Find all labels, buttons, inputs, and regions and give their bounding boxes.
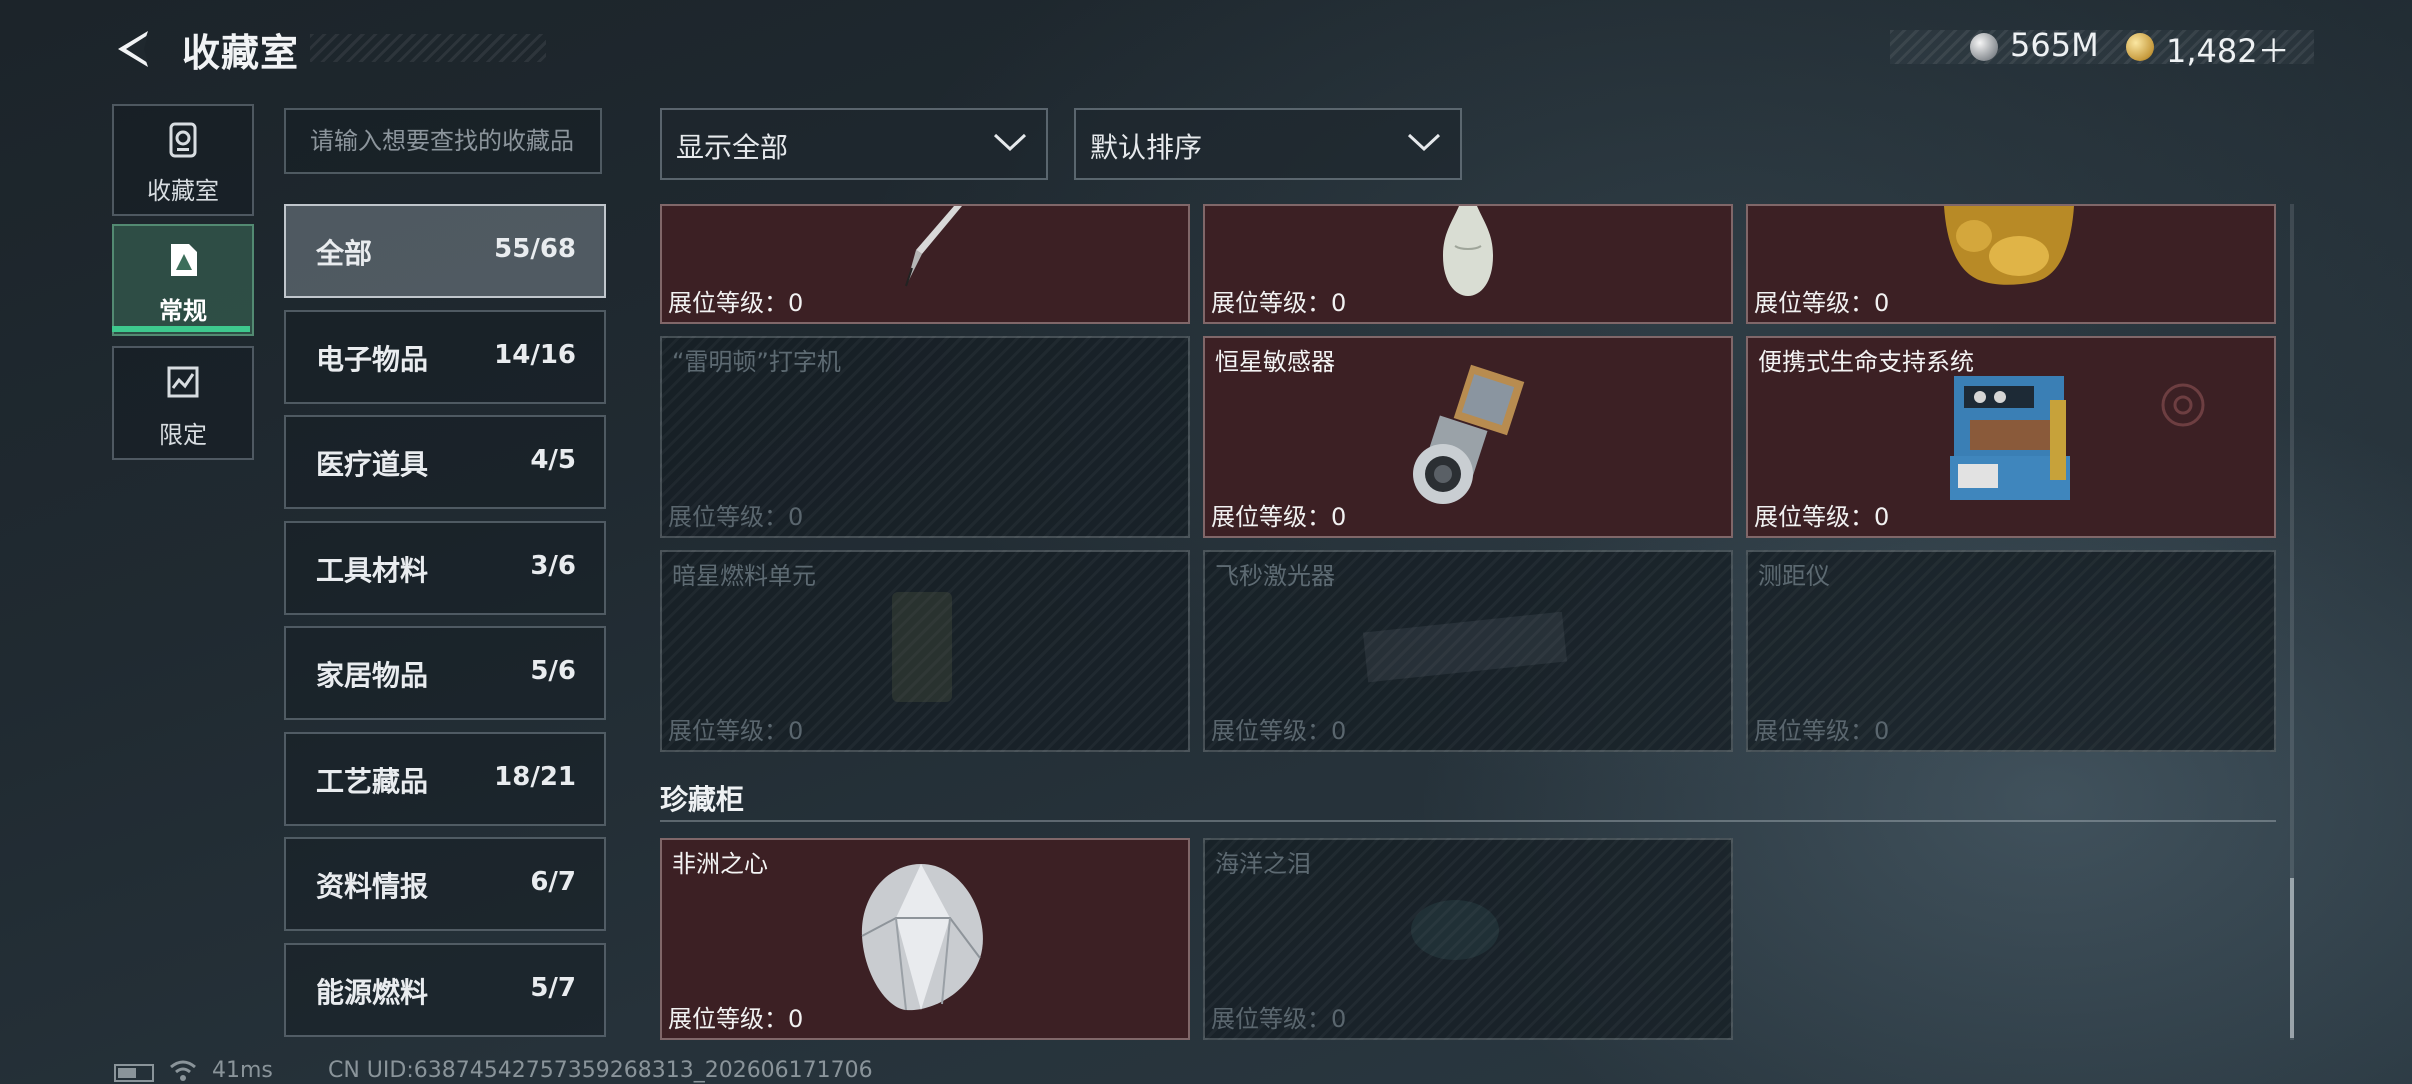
show-filter-dropdown[interactable]: 显示全部 [660,108,1048,180]
gold-currency-value[interactable]: 1,482＋ [2166,26,2290,72]
category-name: 家居物品 [316,659,429,692]
category-name: 能源燃料 [316,976,429,1009]
laser-silhouette-icon [1362,612,1568,683]
display-level: 展位等级：0 [668,503,804,531]
sort-dropdown[interactable]: 默认排序 [1074,108,1462,180]
display-level: 展位等级：0 [1754,503,1890,531]
category-count: 4/5 [530,445,576,475]
collectible-card[interactable]: 展位等级：0 [1746,204,2276,324]
display-level: 展位等级：0 [1211,717,1347,745]
collectible-card[interactable]: 暗星燃料单元 展位等级：0 [660,550,1190,752]
life-support-icon [1950,376,2070,500]
gold-statue-icon [1944,206,2074,285]
display-level: 展位等级：0 [668,289,804,317]
page-title: 收藏室 [182,31,300,75]
target-decoration-icon [2161,383,2205,427]
fuel-cell-silhouette-icon [892,592,952,702]
ping-readout: 41ms [212,1058,273,1083]
category-name: 医疗道具 [316,448,429,481]
rail-item-regular[interactable]: 常规 [112,224,254,336]
category-name: 工艺藏品 [316,765,429,798]
show-filter-value: 显示全部 [676,131,789,164]
rail-item-limited[interactable]: 限定 [112,346,254,460]
vase-icon [1443,206,1493,296]
battery-level-fill [118,1068,136,1078]
chevron-down-icon [993,133,1027,152]
search-box[interactable] [284,108,602,174]
collectible-name: 测距仪 [1758,562,1830,590]
category-name: 全部 [316,237,373,270]
category-count: 14/16 [494,340,576,370]
collectible-name: 暗星燃料单元 [672,562,816,590]
display-level: 展位等级：0 [1211,503,1347,531]
category-energy[interactable]: 能源燃料 5/7 [284,943,606,1037]
display-level: 展位等级：0 [1754,289,1890,317]
display-level: 展位等级：0 [1211,1005,1347,1033]
rail-item-collection[interactable]: 收藏室 [112,104,254,216]
collectible-card[interactable]: “雷明顿”打字机 展位等级：0 [660,336,1190,538]
category-all[interactable]: 全部 55/68 [284,204,606,298]
display-level: 展位等级：0 [1754,717,1890,745]
gold-coin-icon [2126,33,2154,61]
limited-icon [167,366,199,398]
back-button[interactable] [112,25,156,73]
section-divider [660,820,2276,822]
collectible-name: 飞秒激光器 [1215,562,1335,590]
category-name: 工具材料 [316,554,429,587]
category-household[interactable]: 家居物品 5/6 [284,626,606,720]
collectible-card[interactable]: 展位等级：0 [1203,204,1733,324]
collectible-card[interactable]: 展位等级：0 [660,204,1190,324]
display-level: 展位等级：0 [668,717,804,745]
category-medical[interactable]: 医疗道具 4/5 [284,415,606,509]
collectible-name: 恒星敏感器 [1215,348,1335,376]
silver-currency-value: 565M [2010,26,2099,64]
silver-coin-icon [1970,33,1998,61]
collectible-card[interactable]: 恒星敏感器 展位等级：0 [1203,336,1733,538]
collectible-card[interactable]: 测距仪 展位等级：0 [1746,550,2276,752]
scrollbar-thumb[interactable] [2290,878,2294,1038]
wifi-icon [170,1060,196,1081]
rail-label-limited: 限定 [159,421,207,449]
collectible-name: “雷明顿”打字机 [672,348,841,376]
category-name: 电子物品 [316,343,429,376]
star-sensor-icon [1413,364,1525,504]
search-input[interactable] [286,110,600,172]
category-intel[interactable]: 资料情报 6/7 [284,837,606,931]
collectible-card[interactable]: 便携式生命支持系统 展位等级：0 [1746,336,2276,538]
rail-label-regular: 常规 [159,297,207,325]
category-count: 18/21 [494,762,576,792]
category-count: 5/6 [530,656,576,686]
category-count: 55/68 [494,234,576,264]
category-electronics[interactable]: 电子物品 14/16 [284,310,606,404]
category-count: 5/7 [530,973,576,1003]
chevron-down-icon [1407,133,1441,152]
section-title-treasure-cabinet: 珍藏柜 [660,783,745,816]
active-rail-indicator [112,326,250,332]
display-level: 展位等级：0 [1211,289,1347,317]
category-crafts[interactable]: 工艺藏品 18/21 [284,732,606,826]
category-name: 资料情报 [316,870,429,903]
collectible-name: 非洲之心 [672,850,768,878]
collection-icon [169,122,197,158]
gem-silhouette-icon [1411,900,1499,960]
collectible-card[interactable]: 非洲之心 展位等级：0 [660,838,1190,1040]
collectible-card[interactable]: 海洋之泪 展位等级：0 [1203,838,1733,1040]
pen-icon [905,206,962,287]
sort-value: 默认排序 [1090,131,1203,164]
collectible-name: 海洋之泪 [1215,850,1311,878]
category-count: 6/7 [530,867,576,897]
user-uid: CN UID:63874542757359268313_202606171706 [328,1058,873,1083]
collectible-card[interactable]: 飞秒激光器 展位等级：0 [1203,550,1733,752]
category-tools[interactable]: 工具材料 3/6 [284,521,606,615]
regular-icon [171,244,197,276]
title-decoration [310,34,546,62]
rail-label-collection: 收藏室 [147,177,219,205]
back-arrow-icon [118,31,148,67]
diamond-icon [861,864,983,1011]
category-count: 3/6 [530,551,576,581]
display-level: 展位等级：0 [668,1005,804,1033]
